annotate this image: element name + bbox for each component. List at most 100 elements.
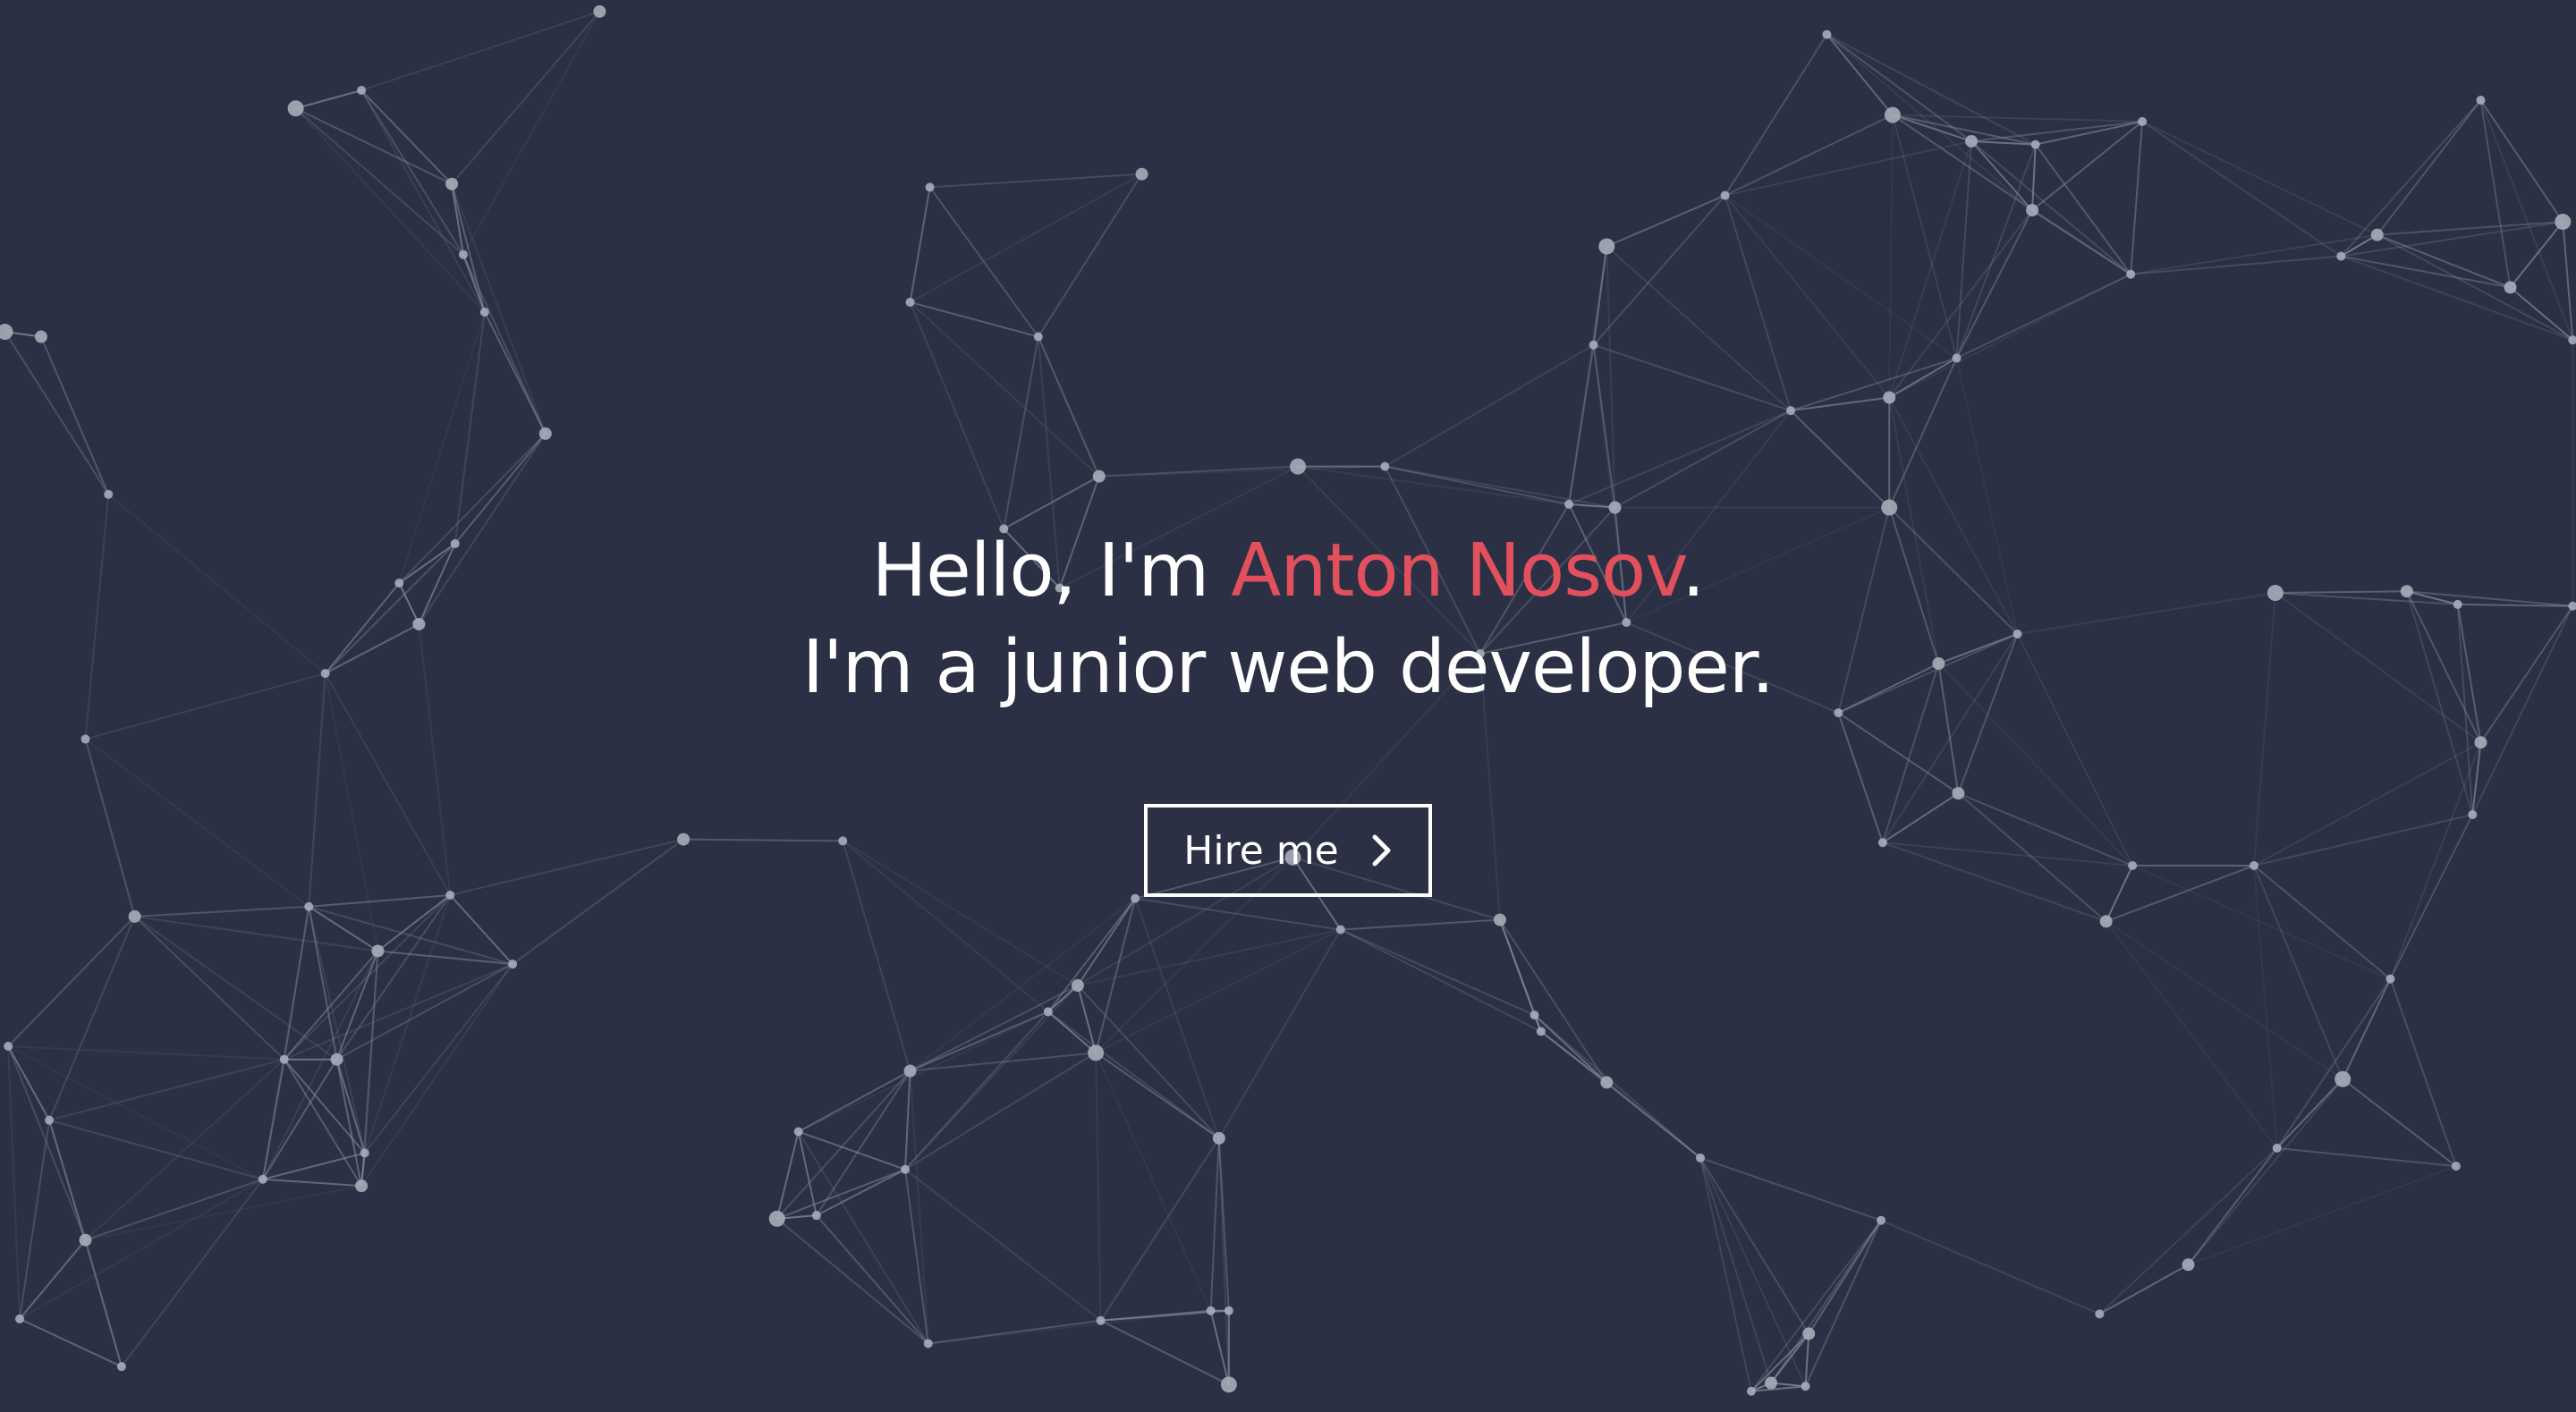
network-link	[2253, 865, 2344, 1080]
network-link	[7, 1045, 21, 1319]
network-node	[445, 177, 459, 190]
network-node	[1822, 30, 1832, 39]
network-link	[483, 311, 547, 435]
network-link	[1499, 919, 1608, 1083]
network-node	[2138, 116, 2148, 126]
network-node	[1883, 391, 1896, 404]
network-node	[1033, 332, 1043, 342]
network-node	[2451, 1162, 2461, 1171]
network-link	[1892, 114, 2143, 123]
network-node	[2126, 269, 2136, 279]
network-link	[2377, 220, 2563, 236]
network-node	[2026, 204, 2039, 217]
network-node	[593, 4, 606, 18]
network-link	[2275, 978, 2392, 1149]
network-link	[2341, 255, 2573, 342]
network-link	[2276, 1146, 2457, 1168]
network-node	[2272, 1143, 2282, 1153]
network-link	[295, 107, 453, 185]
network-node	[1881, 499, 1898, 516]
network-link	[2034, 144, 2132, 275]
network-node	[1212, 1131, 1225, 1145]
network-node	[1802, 1327, 1816, 1340]
network-link	[2509, 221, 2564, 289]
network-link	[1384, 343, 1595, 468]
network-link	[1209, 1137, 1220, 1311]
network-link	[462, 11, 601, 256]
network-node	[2504, 281, 2517, 294]
network-link	[1135, 897, 1341, 931]
network-node	[538, 427, 552, 440]
network-link	[308, 906, 378, 952]
network-link	[1297, 465, 1570, 505]
network-link	[2253, 865, 2278, 1148]
network-link	[776, 1218, 929, 1345]
network-node	[1536, 1027, 1546, 1036]
network-link	[2389, 978, 2457, 1167]
network-link	[1750, 1220, 1882, 1392]
network-link	[904, 1169, 929, 1344]
network-link	[294, 107, 464, 256]
network-link	[1699, 1157, 1752, 1391]
network-link	[1790, 410, 1890, 509]
network-node	[104, 489, 114, 499]
network-link	[1606, 245, 1792, 411]
network-link	[1037, 336, 1100, 478]
network-node	[811, 1211, 821, 1221]
network-link	[1724, 140, 1972, 197]
network-node	[4, 1042, 13, 1051]
network-link	[1606, 1081, 1701, 1159]
network-node	[258, 1174, 267, 1184]
hero-name: Anton Nosov	[1231, 528, 1682, 613]
network-link	[363, 963, 513, 1154]
network-link	[1077, 898, 1137, 986]
network-node	[1224, 1306, 1233, 1315]
network-link	[1077, 928, 1341, 987]
network-link	[1770, 1220, 1882, 1384]
network-node	[1598, 238, 1615, 255]
network-link	[1217, 1137, 1230, 1311]
network-link	[2031, 121, 2143, 211]
network-link	[910, 1052, 1097, 1072]
network-link	[2479, 99, 2512, 288]
network-link	[1533, 1014, 1701, 1159]
network-node	[923, 1339, 933, 1349]
network-node	[287, 100, 304, 117]
network-link	[797, 1131, 818, 1216]
network-link	[133, 916, 285, 1061]
network-link	[776, 1070, 911, 1220]
network-link	[1592, 194, 1726, 346]
network-node	[2095, 1309, 2105, 1319]
network-link	[295, 89, 362, 110]
greeting-prefix: Hello, I'm	[871, 528, 1232, 613]
network-link	[121, 1179, 264, 1367]
network-link	[2130, 121, 2144, 275]
network-node	[1564, 499, 1574, 509]
network-node	[1600, 1076, 1614, 1089]
network-link	[1724, 194, 1958, 359]
network-node	[15, 1314, 25, 1323]
network-node	[508, 960, 518, 969]
network-link	[1724, 194, 1891, 399]
network-link	[904, 1052, 1097, 1171]
network-link	[2187, 1147, 2278, 1265]
greeting-suffix: .	[1682, 528, 1705, 613]
network-link	[2098, 1147, 2278, 1315]
network-link	[910, 1010, 1049, 1072]
network-link	[798, 1130, 906, 1171]
network-link	[2342, 1078, 2457, 1167]
network-link	[134, 905, 309, 917]
network-node	[1092, 469, 1106, 483]
network-link	[335, 1059, 366, 1154]
network-link	[797, 1130, 929, 1344]
network-link	[360, 89, 486, 313]
network-link	[84, 1058, 285, 1241]
hire-me-button[interactable]: Hire me	[1144, 804, 1432, 897]
network-link	[909, 187, 931, 303]
network-node	[371, 944, 385, 958]
network-node	[1952, 353, 1962, 363]
network-link	[2376, 99, 2482, 236]
network-node	[357, 86, 367, 96]
network-link	[1750, 1332, 1809, 1392]
network-link	[1098, 465, 1385, 478]
